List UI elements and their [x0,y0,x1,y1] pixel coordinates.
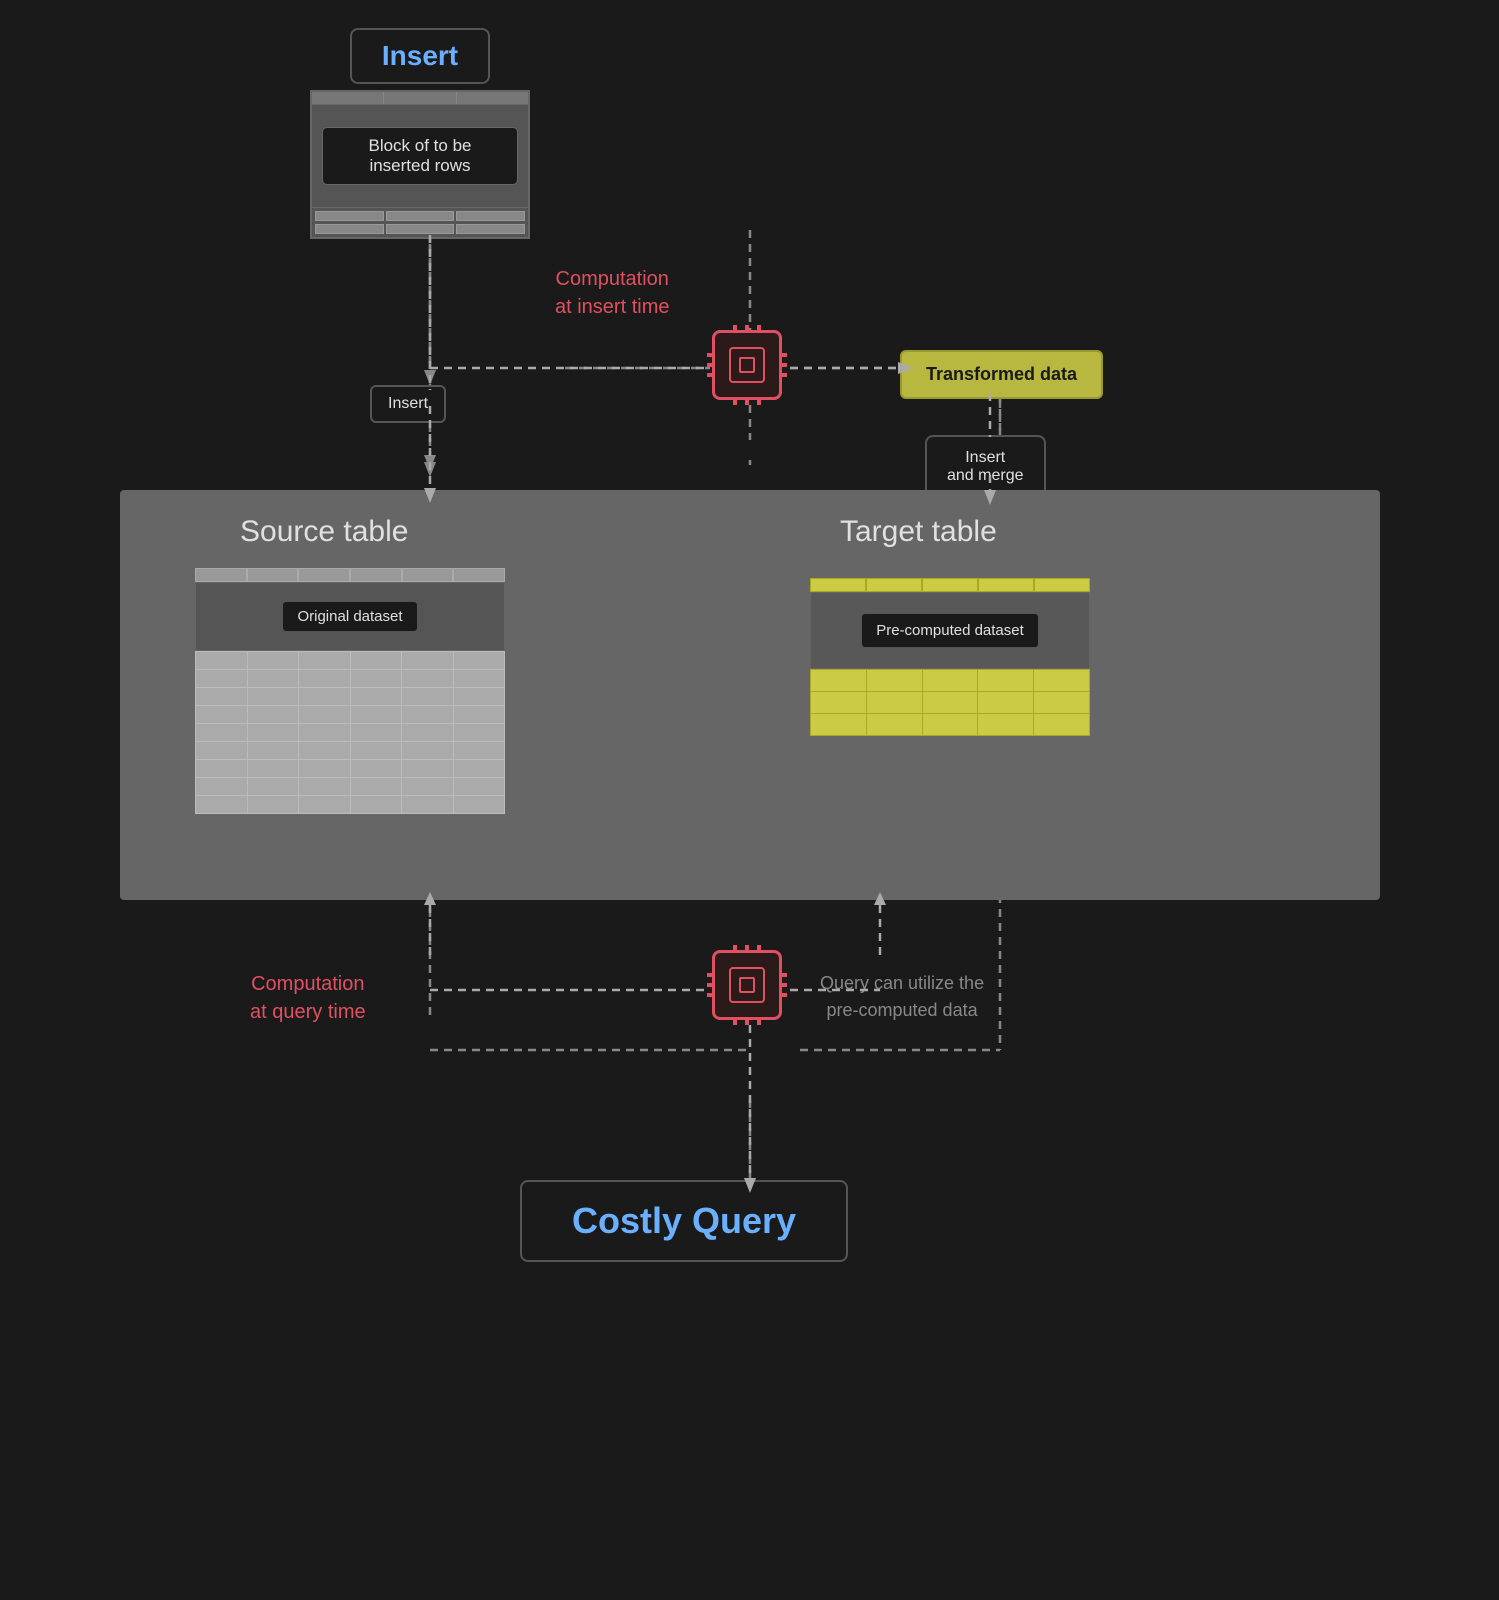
block-rows-container: Block of to be inserted rows [310,90,530,239]
insert-top-node: Insert Block of to be inserted rows [310,28,530,239]
target-table-label: Target table [840,515,997,549]
transformed-data-box: Transformed data [900,350,1103,399]
chip-query [712,950,782,1020]
query-utilization-label: Query can utilize the pre-computed data [820,970,984,1024]
computation-query-label: Computation at query time [250,970,366,1026]
insert-small-box: Insert [370,385,446,423]
diagram-container: Insert Block of to be inserted rows [0,0,1499,1600]
target-table-grid: Pre-computed dataset [810,578,1090,736]
source-dataset-label: Original dataset [282,601,417,632]
chip-insert [712,330,782,400]
insert-top-label: Insert [350,28,490,84]
computation-insert-label: Computation at insert time [555,265,669,321]
block-rows-label: Block of to be inserted rows [322,127,518,185]
source-table-label: Source table [240,515,408,549]
costly-query-box: Costly Query [520,1180,848,1262]
db-area: Source table Target table Original datas… [120,490,1380,900]
source-table-grid: Original dataset [195,568,505,814]
target-dataset-label: Pre-computed dataset [861,613,1039,648]
